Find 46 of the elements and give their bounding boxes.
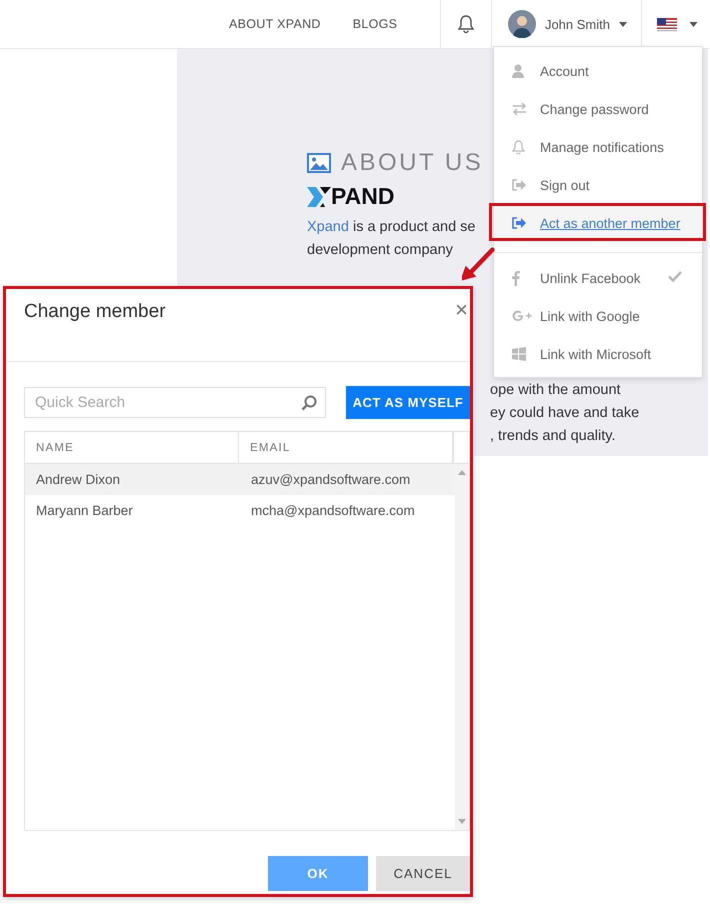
google-plus-icon [512, 310, 532, 322]
table-cell-text: mcha@xpandsoftware.com [250, 503, 416, 518]
section-title: ABOUT US [341, 149, 484, 177]
body-text: Xpand is a product and se [307, 218, 476, 237]
body-text: development company [307, 241, 453, 260]
act-as-myself-button[interactable]: ACT AS MYSELF [346, 386, 470, 419]
menu-item[interactable]: Link with Microsoft [494, 335, 702, 373]
column-header[interactable]: NAME [25, 432, 239, 463]
image-icon [307, 153, 331, 173]
user-icon [512, 64, 524, 78]
dialog-title: Change member [24, 301, 166, 323]
table-cell-text: Maryann Barber [35, 503, 134, 518]
avatar-icon [508, 10, 536, 38]
menu-item[interactable]: Manage notifications [494, 128, 702, 166]
nav-link[interactable]: ABOUT XPAND [229, 17, 321, 31]
table-cell-text: azuv@xpandsoftware.com [250, 472, 412, 487]
swap-icon [512, 103, 527, 115]
menu-item[interactable]: Change password [494, 90, 702, 128]
bell-icon [512, 140, 525, 154]
sign-out-icon [512, 217, 526, 229]
column-header[interactable]: EMAIL [239, 432, 453, 463]
logo-text: PAND [331, 183, 394, 210]
facebook-icon [512, 270, 520, 286]
nav-link[interactable]: BLOGS [352, 17, 398, 31]
search-icon[interactable] [301, 395, 317, 411]
body-text: ey could have and take [490, 404, 640, 423]
close-button[interactable]: × [453, 301, 470, 319]
cancel-button[interactable]: CANCEL [376, 856, 470, 891]
menu-item[interactable]: Account [494, 52, 702, 90]
table-row[interactable]: Andrew Dixon azuv@xpandsoftware.com [25, 464, 455, 495]
link[interactable]: Xpand [307, 219, 349, 235]
sign-out-icon [512, 179, 526, 191]
menu-item[interactable]: Unlink Facebook [494, 259, 702, 297]
caret-icon [689, 22, 698, 26]
menu-item[interactable]: Link with Google [494, 297, 702, 335]
table-row[interactable]: Maryann Barber mcha@xpandsoftware.com [25, 495, 455, 526]
windows-icon [512, 347, 526, 361]
flag-icon [657, 18, 677, 30]
search-field[interactable]: Quick Search [24, 387, 326, 418]
bell-icon[interactable] [456, 14, 475, 34]
body-text: , trends and quality. [490, 427, 616, 446]
caret-icon [619, 22, 627, 26]
chevron-icon [307, 186, 331, 206]
menu-item[interactable]: Sign out [494, 166, 702, 204]
body-text: ope with the amount [490, 381, 621, 400]
table-cell-text: Andrew Dixon [35, 472, 122, 487]
